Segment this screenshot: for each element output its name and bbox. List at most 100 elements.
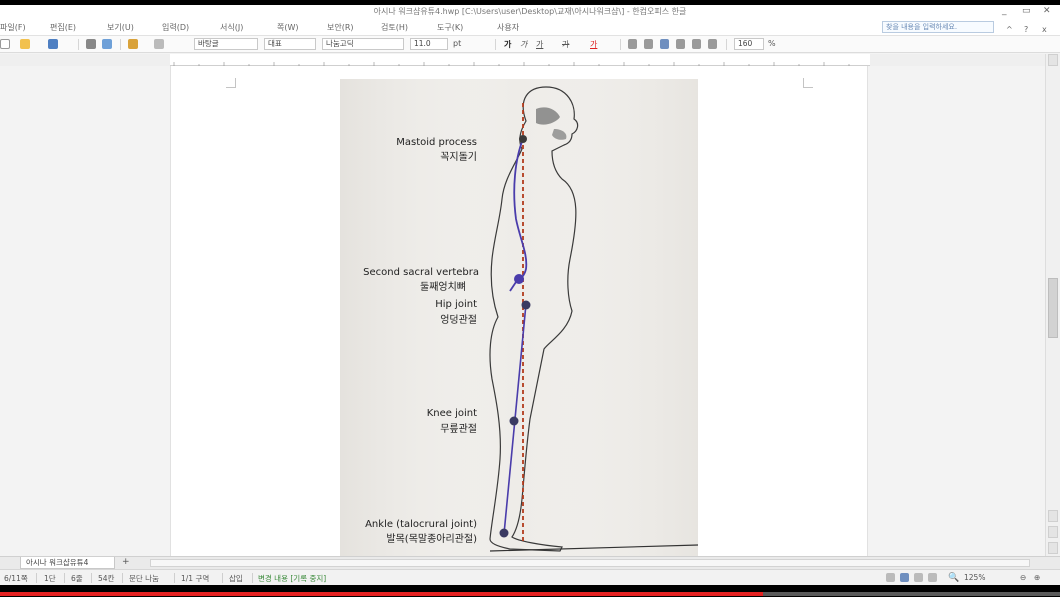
- style-select[interactable]: 바탕글: [194, 38, 258, 50]
- status-column: 54칸: [98, 574, 115, 583]
- formatting-toolbar: 바탕글 대표 나눔고딕 11.0 pt 가 가 가 가 가 160 %: [0, 36, 1060, 53]
- ruler-margin-right: [870, 54, 1060, 66]
- window-title: 아시나 워크샵유튜4.hwp [C:\Users\user\Desktop\교재…: [373, 7, 687, 16]
- status-track-changes[interactable]: 변경 내용 [기록 중지]: [258, 573, 326, 584]
- format-paint-icon[interactable]: [128, 39, 138, 49]
- font-size-unit: pt: [453, 39, 462, 48]
- menu-tools[interactable]: 도구(K): [437, 22, 463, 33]
- align-right-icon[interactable]: [676, 39, 685, 49]
- zoom-level[interactable]: 125%: [964, 573, 985, 582]
- margin-corner-mark: [226, 78, 236, 88]
- video-progress-fill: [0, 592, 764, 596]
- status-separator: [91, 573, 92, 583]
- print-icon[interactable]: [86, 39, 96, 49]
- horizontal-ruler[interactable]: [170, 54, 875, 68]
- toolbar-separator: [78, 39, 79, 50]
- zoom-magnifier-icon[interactable]: 🔍: [948, 573, 959, 583]
- status-bar: 6/11쪽 1단 6줄 54칸 문단 나눔 1/1 구역 삽입 변경 내용 [기…: [0, 569, 1060, 585]
- menu-security[interactable]: 보안(R): [327, 22, 354, 33]
- view-page-icon[interactable]: [900, 573, 909, 582]
- close-button[interactable]: ✕: [1043, 6, 1051, 16]
- document-tab-bar: 아시나 워크샵유튜4 +: [0, 556, 1060, 569]
- document-tab[interactable]: 아시나 워크샵유튜4: [20, 557, 115, 569]
- new-doc-icon[interactable]: [0, 39, 10, 49]
- toolbar-separator: [120, 39, 121, 50]
- horizontal-scrollbar[interactable]: [150, 559, 1030, 567]
- hangul-word-processor-window: 아시나 워크샵유튜4.hwp [C:\Users\user\Desktop\교재…: [0, 0, 1060, 597]
- cut-icon[interactable]: [154, 39, 164, 49]
- label-hip-en: Hip joint: [435, 299, 477, 310]
- scroll-down-button[interactable]: [1048, 542, 1058, 554]
- status-insert-mode[interactable]: 삽입: [229, 573, 243, 584]
- menu-file[interactable]: 파일(F): [0, 22, 26, 33]
- font-color-button[interactable]: 가: [590, 39, 597, 50]
- underline-button[interactable]: 가: [536, 39, 543, 50]
- menu-edit[interactable]: 편집(E): [50, 22, 76, 33]
- status-line: 6줄: [71, 574, 83, 583]
- sacral-marker: [514, 274, 524, 284]
- margin-corner-mark: [803, 78, 813, 88]
- scroll-thumb[interactable]: [1048, 278, 1058, 338]
- posture-figure-image[interactable]: Mastoid process 꼭지돌기 Second sacral verte…: [340, 79, 699, 556]
- doc-close-icon[interactable]: x: [1042, 25, 1047, 34]
- mastoid-marker: [519, 135, 527, 143]
- menu-format[interactable]: 서식(J): [220, 22, 243, 33]
- menu-page[interactable]: 쪽(W): [277, 22, 299, 33]
- label-mastoid-ko: 꼭지돌기: [440, 151, 477, 163]
- ruler-margin-left: [0, 54, 170, 66]
- toolbar-separator: [620, 39, 621, 50]
- menu-review[interactable]: 검토(H): [381, 22, 408, 33]
- page-up-button[interactable]: [1048, 510, 1058, 522]
- distribute-icon[interactable]: [692, 39, 701, 49]
- label-mastoid-en: Mastoid process: [396, 137, 477, 148]
- preview-icon[interactable]: [102, 39, 112, 49]
- language-select[interactable]: 대표: [264, 38, 316, 50]
- align-center-icon[interactable]: [660, 39, 669, 49]
- maximize-button[interactable]: ▭: [1022, 6, 1031, 16]
- status-separator: [36, 573, 37, 583]
- scroll-up-button[interactable]: [1048, 54, 1058, 66]
- label-ankle-ko: 발목(목말종아리관절): [386, 532, 477, 545]
- align-left-icon[interactable]: [644, 39, 653, 49]
- menu-user[interactable]: 사용자: [497, 22, 519, 33]
- menu-insert[interactable]: 입력(D): [162, 22, 189, 33]
- help-icon[interactable]: ?: [1024, 25, 1028, 34]
- toolbar-separator: [495, 39, 496, 50]
- bold-button[interactable]: 가: [504, 39, 511, 50]
- help-search-input[interactable]: 찾을 내용을 입력하세요.: [882, 21, 994, 33]
- vertical-scrollbar[interactable]: [1045, 54, 1060, 556]
- status-separator: [64, 573, 65, 583]
- label-hip-ko: 엉덩관절: [440, 313, 477, 326]
- view-outline-icon[interactable]: [914, 573, 923, 582]
- strikethrough-button[interactable]: 가: [562, 39, 569, 50]
- page-down-button[interactable]: [1048, 526, 1058, 538]
- zoom-out-icon[interactable]: ⊖: [1020, 573, 1026, 582]
- view-web-icon[interactable]: [928, 573, 937, 582]
- minimize-button[interactable]: _: [1002, 6, 1007, 16]
- zoom-in-icon[interactable]: ⊕: [1034, 573, 1040, 582]
- ankle-marker: [499, 528, 509, 538]
- open-folder-icon[interactable]: [20, 39, 30, 49]
- toolbar-separator: [726, 39, 727, 50]
- menu-bar: 파일(F) 편집(E) 보기(U) 입력(D) 서식(J) 쪽(W) 보안(R)…: [0, 19, 1060, 36]
- label-sacral-ko: 둘째엉치뼈: [420, 281, 466, 293]
- status-separator: [252, 573, 253, 583]
- status-break: 문단 나눔: [129, 574, 159, 583]
- add-tab-button[interactable]: +: [122, 557, 130, 567]
- font-select[interactable]: 나눔고딕: [322, 38, 404, 50]
- save-icon[interactable]: [48, 39, 58, 49]
- label-ankle-en: Ankle (talocrural joint): [365, 519, 477, 530]
- align-justify-icon[interactable]: [628, 39, 637, 49]
- status-page: 6/11쪽: [4, 574, 28, 583]
- view-normal-icon[interactable]: [886, 573, 895, 582]
- ribbon-collapse-icon[interactable]: ^: [1006, 25, 1013, 34]
- split-icon[interactable]: [708, 39, 717, 49]
- line-spacing-input[interactable]: 160: [734, 38, 764, 50]
- status-separator: [174, 573, 175, 583]
- status-separator: [122, 573, 123, 583]
- label-knee-en: Knee joint: [427, 408, 477, 419]
- hip-marker: [521, 300, 531, 310]
- menu-view[interactable]: 보기(U): [107, 22, 134, 33]
- italic-button[interactable]: 가: [520, 39, 527, 50]
- font-size-input[interactable]: 11.0: [410, 38, 448, 50]
